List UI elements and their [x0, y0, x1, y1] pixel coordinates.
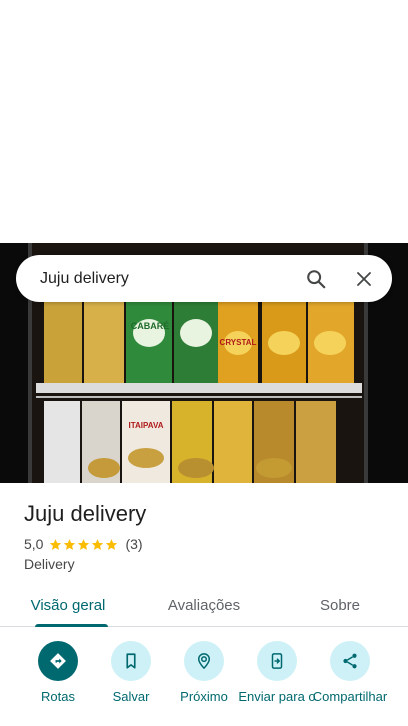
rating-row[interactable]: 5,0 (3): [24, 536, 143, 552]
send-to-phone-button[interactable]: Enviar para o: [235, 641, 319, 704]
star-icon: [64, 538, 76, 550]
rating-value: 5,0: [24, 536, 44, 552]
save-button[interactable]: Salvar: [89, 641, 173, 704]
place-sheet: Juju delivery 5,0 (3) Delivery Visão ger…: [0, 483, 408, 726]
tab-reviews[interactable]: Avaliações: [136, 587, 272, 626]
star-icon: [50, 538, 62, 550]
share-button[interactable]: Compartilhar: [308, 641, 392, 704]
search-input[interactable]: Juju delivery: [16, 270, 292, 288]
star-icon: [106, 538, 118, 550]
directions-icon: [38, 641, 78, 681]
directions-button[interactable]: Rotas: [16, 641, 100, 704]
close-icon[interactable]: [340, 255, 388, 302]
star-icon: [78, 538, 90, 550]
directions-label: Rotas: [41, 689, 75, 704]
place-category: Delivery: [24, 556, 75, 572]
star-icon: [92, 538, 104, 550]
share-label: Compartilhar: [312, 689, 388, 704]
can-label-itaipava: ITAIPAVA: [129, 421, 164, 430]
can-label-crystal: CRYSTAL: [220, 338, 257, 347]
tab-overview[interactable]: Visão geral: [0, 587, 136, 626]
place-title: Juju delivery: [24, 501, 147, 526]
nearby-icon: [184, 641, 224, 681]
review-count: (3): [125, 536, 143, 552]
bookmark-icon: [111, 641, 151, 681]
can-label-cabare: CABARÉ: [131, 321, 170, 331]
map-area[interactable]: [0, 0, 408, 243]
nearby-label: Próximo: [180, 689, 228, 704]
tab-about[interactable]: Sobre: [272, 587, 408, 626]
share-icon: [330, 641, 370, 681]
search-icon[interactable]: [292, 255, 340, 302]
send-to-phone-icon: [257, 641, 297, 681]
send-to-phone-label: Enviar para o: [238, 689, 316, 704]
save-label: Salvar: [112, 689, 150, 704]
active-tab-indicator: [35, 624, 108, 627]
action-row: Rotas Salvar Próximo Enviar para o Compa…: [0, 641, 408, 726]
tab-bar: Visão geral Avaliações Sobre: [0, 587, 408, 627]
star-rating: [49, 538, 119, 551]
nearby-button[interactable]: Próximo: [162, 641, 246, 704]
search-bar[interactable]: Juju delivery: [16, 255, 392, 302]
